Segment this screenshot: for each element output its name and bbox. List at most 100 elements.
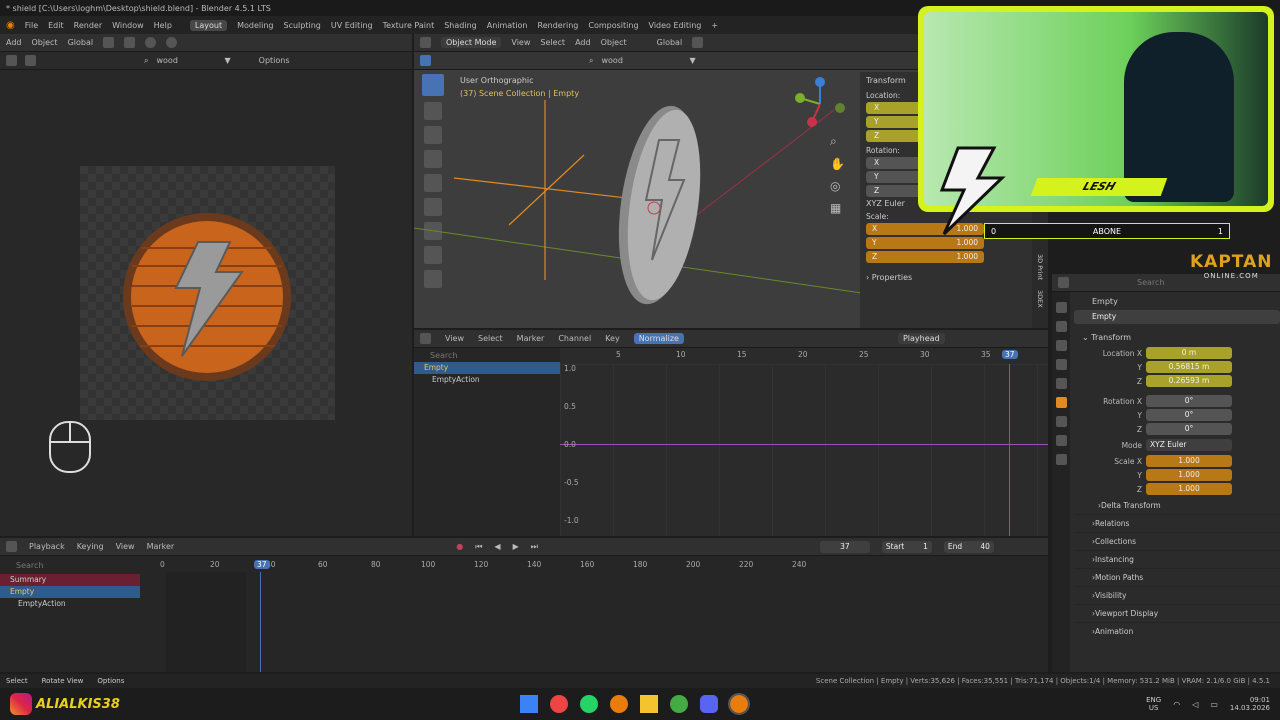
rotation-z-field[interactable]: 0° bbox=[1146, 423, 1232, 435]
timeline-menu-view[interactable]: View bbox=[116, 542, 135, 551]
shading-material-icon[interactable] bbox=[166, 37, 178, 48]
graph-frame-ruler[interactable]: 5 10 15 20 25 30 35 37 bbox=[560, 350, 1048, 362]
rotation-mode-dropdown[interactable]: XYZ Euler bbox=[1146, 439, 1232, 451]
snap-icon[interactable] bbox=[103, 37, 115, 48]
chrome-icon[interactable] bbox=[549, 695, 568, 713]
tab-data-icon[interactable] bbox=[1055, 454, 1067, 465]
graph-menu-channel[interactable]: Channel bbox=[558, 334, 591, 343]
left-search-input[interactable]: wood bbox=[156, 56, 216, 65]
graph-menu-view[interactable]: View bbox=[445, 334, 464, 343]
graph-search-input[interactable]: Search bbox=[414, 348, 560, 362]
viewport-display-panel[interactable]: › Viewport Display bbox=[1074, 604, 1280, 622]
animation-panel[interactable]: › Animation bbox=[1074, 622, 1280, 640]
select-mode-icon[interactable] bbox=[25, 55, 36, 66]
properties-data-field[interactable]: Empty bbox=[1074, 310, 1280, 324]
n-location-y[interactable]: Y bbox=[866, 116, 922, 128]
jump-end-icon[interactable]: ⏭ bbox=[531, 542, 538, 552]
menu-help[interactable]: Help bbox=[154, 21, 172, 30]
volume-icon[interactable]: ◁ bbox=[1192, 700, 1198, 709]
timeline-editor-icon[interactable] bbox=[6, 541, 17, 552]
tab-animation[interactable]: Animation bbox=[487, 21, 528, 30]
n-rotation-x[interactable]: X bbox=[866, 157, 922, 169]
camera-icon[interactable]: ◎ bbox=[830, 179, 845, 193]
tab-compositing[interactable]: Compositing bbox=[588, 21, 638, 30]
normalize-toggle[interactable]: Normalize bbox=[633, 333, 684, 344]
tab-tool-icon[interactable] bbox=[1055, 302, 1067, 313]
blender-taskbar-icon[interactable] bbox=[609, 695, 628, 713]
timeline-menu-keying[interactable]: Keying bbox=[77, 542, 104, 551]
graph-channel-empty[interactable]: Empty bbox=[414, 362, 560, 374]
filter-icon[interactable]: ▼ bbox=[224, 56, 230, 65]
left-options-menu[interactable]: Options bbox=[259, 56, 290, 65]
tab-shading[interactable]: Shading bbox=[444, 21, 477, 30]
tab-layout[interactable]: Layout bbox=[189, 19, 228, 31]
properties-search-input[interactable]: Search bbox=[1137, 278, 1164, 287]
timeline-menu-marker[interactable]: Marker bbox=[147, 542, 175, 551]
battery-icon[interactable]: ▭ bbox=[1210, 700, 1218, 709]
select-tool-icon[interactable] bbox=[420, 55, 431, 66]
viewport-menu-view[interactable]: View bbox=[511, 38, 530, 47]
n-rotation-y[interactable]: Y bbox=[866, 171, 922, 183]
tab-render-icon[interactable] bbox=[1055, 321, 1067, 332]
editor-type-icon[interactable] bbox=[420, 37, 431, 48]
timeline-ruler[interactable]: 0 20 40 60 80 100 120 140 160 180 200 22… bbox=[140, 560, 850, 572]
tab-scene-icon[interactable] bbox=[1055, 359, 1067, 370]
proportional-icon[interactable] bbox=[124, 37, 136, 48]
viewport-snap-icon[interactable] bbox=[692, 37, 704, 48]
menu-file[interactable]: File bbox=[25, 21, 38, 30]
discord-icon[interactable] bbox=[699, 695, 718, 713]
timeline-empty-row[interactable]: Empty bbox=[0, 586, 140, 598]
timeline-search-input[interactable]: Search bbox=[0, 558, 140, 572]
menu-edit[interactable]: Edit bbox=[48, 21, 64, 30]
chrome-profile-icon[interactable] bbox=[669, 695, 688, 713]
tab-constraints-icon[interactable] bbox=[1055, 435, 1067, 446]
select-box-icon[interactable] bbox=[6, 55, 17, 66]
scale-x-field[interactable]: 1.000 bbox=[1146, 455, 1232, 467]
graph-area[interactable]: 1.0 0.5 0.0 -0.5 -1.0 bbox=[560, 364, 1048, 536]
left-add-menu[interactable]: Add bbox=[6, 38, 22, 47]
tab-modeling[interactable]: Modeling bbox=[237, 21, 273, 30]
playhead-dropdown[interactable]: Playhead bbox=[897, 333, 945, 344]
menu-window[interactable]: Window bbox=[112, 21, 144, 30]
play-icon[interactable]: ▶ bbox=[513, 542, 519, 551]
location-y-field[interactable]: 0.56815 m bbox=[1146, 361, 1232, 373]
wifi-icon[interactable]: ◠ bbox=[1173, 700, 1180, 709]
object-mode-dropdown[interactable]: Object Mode bbox=[441, 37, 502, 48]
location-x-field[interactable]: 0 m bbox=[1146, 347, 1232, 359]
motion-paths-panel[interactable]: › Motion Paths bbox=[1074, 568, 1280, 586]
timeline-summary-row[interactable]: Summary bbox=[0, 574, 140, 586]
rotation-x-field[interactable]: 0° bbox=[1146, 395, 1232, 407]
transform-panel-header[interactable]: ⌄ Transform bbox=[1074, 330, 1280, 346]
jump-start-icon[interactable]: ⏮ bbox=[475, 542, 482, 552]
properties-editor-icon[interactable] bbox=[1058, 277, 1069, 288]
n-scale-z[interactable]: Z 1.000 bbox=[866, 251, 984, 263]
left-orientation[interactable]: Global bbox=[68, 38, 94, 47]
tab-video-editing[interactable]: Video Editing bbox=[649, 21, 702, 30]
viewport-menu-select[interactable]: Select bbox=[540, 38, 565, 47]
timeline-menu-playback[interactable]: Playback bbox=[29, 542, 65, 551]
graph-current-frame[interactable]: 37 bbox=[1002, 350, 1018, 359]
graph-channel-action[interactable]: EmptyAction bbox=[414, 374, 560, 386]
delta-transform-panel[interactable]: › Delta Transform bbox=[1074, 496, 1280, 514]
n-location-x[interactable]: X bbox=[866, 102, 922, 114]
scale-y-field[interactable]: 1.000 bbox=[1146, 469, 1232, 481]
tab-output-icon[interactable] bbox=[1055, 340, 1067, 351]
timeline-action-row[interactable]: EmptyAction bbox=[0, 598, 140, 610]
n-rotation-z[interactable]: Z bbox=[866, 185, 922, 197]
viewport-menu-add[interactable]: Add bbox=[575, 38, 591, 47]
prev-key-icon[interactable]: ◀ bbox=[494, 542, 500, 551]
collections-panel[interactable]: › Collections bbox=[1074, 532, 1280, 550]
whatsapp-icon[interactable] bbox=[579, 695, 598, 713]
n-properties-header[interactable]: › Properties bbox=[860, 263, 1032, 292]
navigation-gizmo[interactable] bbox=[792, 76, 848, 132]
location-z-field[interactable]: 0.26593 m bbox=[1146, 375, 1232, 387]
windows-start-icon[interactable] bbox=[519, 695, 538, 713]
zoom-icon[interactable]: ⌕ bbox=[830, 134, 845, 149]
graph-menu-key[interactable]: Key bbox=[605, 334, 620, 343]
end-frame-field[interactable]: End 40 bbox=[943, 540, 994, 553]
texture-canvas[interactable] bbox=[80, 166, 335, 420]
clock[interactable]: 09:01 14.03.2026 bbox=[1230, 696, 1270, 712]
instancing-panel[interactable]: › Instancing bbox=[1074, 550, 1280, 568]
side-tab-3dex[interactable]: 3DEX bbox=[1036, 290, 1044, 308]
graph-menu-marker[interactable]: Marker bbox=[517, 334, 545, 343]
